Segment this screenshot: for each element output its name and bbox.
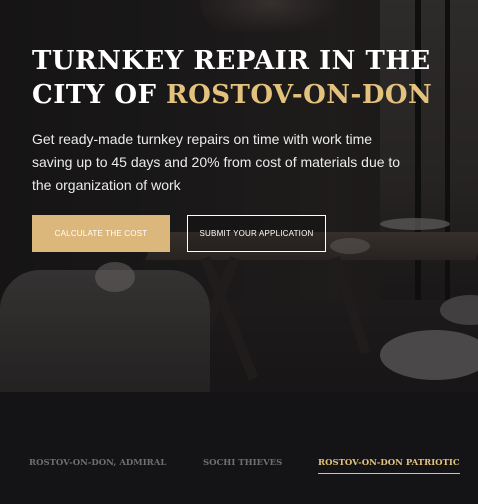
tab-rostov-admiral[interactable]: ROSTOV-ON-DON, ADMIRAL [29,458,166,473]
hero-title-line1: TURNKEY REPAIR IN THE [32,46,431,76]
hero-buttons: CALCULATE THE COST SUBMIT YOUR APPLICATI… [32,215,326,252]
tab-sochi-thieves[interactable]: SOCHI THIEVES [203,458,282,473]
project-tabs: ROSTOV-ON-DON, ADMIRAL SOCHI THIEVES ROS… [0,458,478,478]
hero-content: TURNKEY REPAIR IN THE CITY OF ROSTOV-ON-… [32,44,452,197]
hero-description: Get ready-made turnkey repairs on time w… [32,131,401,193]
calculate-cost-button[interactable]: CALCULATE THE COST [32,215,170,252]
hero-section: TURNKEY REPAIR IN THE CITY OF ROSTOV-ON-… [0,0,478,392]
submit-application-button[interactable]: SUBMIT YOUR APPLICATION [187,215,326,252]
hero-title: TURNKEY REPAIR IN THE CITY OF ROSTOV-ON-… [32,44,452,112]
hero-title-line2-prefix: CITY OF [32,80,166,110]
projects-section: ROSTOV-ON-DON, ADMIRAL SOCHI THIEVES ROS… [0,392,478,504]
hero-title-city: ROSTOV-ON-DON [165,80,433,110]
tab-rostov-patriotic[interactable]: ROSTOV-ON-DON PATRIOTIC [318,458,460,474]
